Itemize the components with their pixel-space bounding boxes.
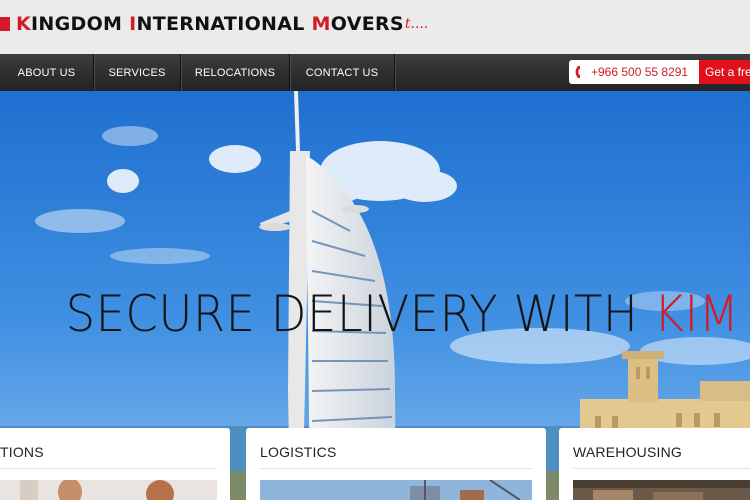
nav-item-contact-us[interactable]: CONTACT US [290, 54, 394, 91]
card-title: LOGISTICS [260, 444, 337, 460]
service-card-logistics[interactable]: LOGISTICS [246, 428, 546, 500]
hero-title: SECURE DELIVERY WITH KIM [65, 285, 740, 343]
service-card-warehousing[interactable]: WAREHOUSING [559, 428, 750, 500]
card-divider [260, 468, 532, 469]
site-logo[interactable]: KINGDOM INTERNATIONAL MOVERS t.... [0, 10, 428, 38]
card-image [573, 480, 750, 500]
phone-number-text: +966 500 55 8291 [591, 65, 689, 79]
card-divider [0, 468, 217, 469]
house-icon [0, 17, 10, 31]
nav-item-relocations[interactable]: RELOCATIONS [181, 54, 289, 91]
logo-tagline: t.... [404, 16, 429, 32]
card-image [260, 480, 532, 500]
phone-icon [575, 66, 580, 78]
card-title: TIONS [0, 444, 44, 460]
nav-item-services[interactable]: SERVICES [94, 54, 180, 91]
get-quote-button[interactable]: Get a fre [699, 60, 750, 84]
phone-number[interactable]: +966 500 55 8291 [569, 60, 699, 84]
card-image [0, 480, 217, 500]
logo-text: KINGDOM INTERNATIONAL MOVERS [16, 13, 404, 35]
nav-item-about-us[interactable]: ABOUT US [0, 54, 93, 91]
card-divider [573, 468, 750, 469]
nav-divider [394, 54, 395, 91]
service-card-relocations[interactable]: TIONS [0, 428, 230, 500]
card-title: WAREHOUSING [573, 444, 683, 460]
site-header: KINGDOM INTERNATIONAL MOVERS t.... [0, 0, 750, 54]
hero-title-accent: KIM [653, 285, 740, 343]
